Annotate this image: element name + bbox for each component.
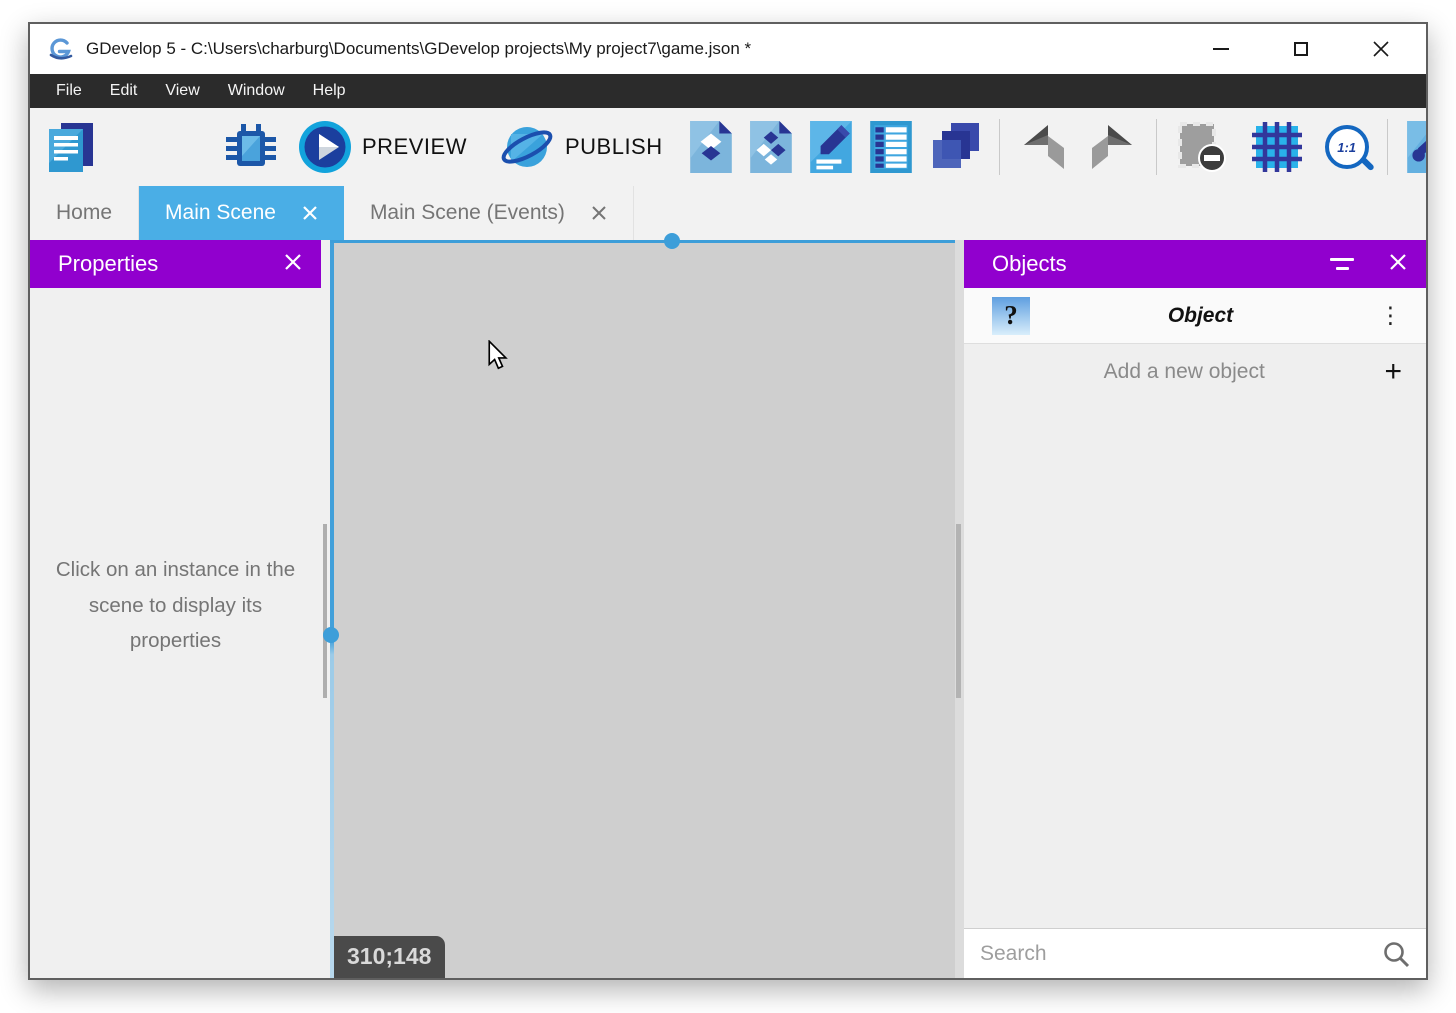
add-object-plus-icon[interactable]: + <box>1376 357 1410 387</box>
title-bar: GDevelop 5 - C:\Users\charburg\Documents… <box>30 24 1426 74</box>
publish-label[interactable]: PUBLISH <box>565 134 663 160</box>
publish-globe-icon <box>499 120 555 174</box>
scrollbar-thumb[interactable] <box>323 524 327 697</box>
tab-label: Main Scene (Events) <box>370 201 565 225</box>
gdevelop-window: GDevelop 5 - C:\Users\charburg\Documents… <box>28 22 1428 980</box>
redo-arrow-icon <box>1086 121 1138 173</box>
scene-document-icon <box>689 121 733 173</box>
properties-panel: Properties Click on an instance in the s… <box>30 240 321 978</box>
object-list-item[interactable]: ? Object ⋮ <box>964 288 1426 344</box>
scene-canvas[interactable]: 310;148 <box>330 240 955 978</box>
toolbar: PREVIEW PUBLISH <box>30 108 1426 186</box>
close-icon <box>283 252 303 272</box>
mask-instances-icon <box>1175 120 1229 174</box>
undo-arrow-icon <box>1018 121 1070 173</box>
edit-scene-properties-button[interactable] <box>809 121 853 173</box>
toolbar-separator <box>1387 119 1388 175</box>
redo-button[interactable] <box>1086 121 1138 173</box>
zoom-reset-button[interactable]: 1:1 <box>1325 125 1369 169</box>
maximize-icon <box>1294 42 1308 56</box>
properties-panel-body: Click on an instance in the scene to dis… <box>30 288 321 978</box>
toolbar-separator <box>999 119 1000 175</box>
resize-handle-left[interactable] <box>323 627 339 643</box>
add-object-row[interactable]: Add a new object + <box>964 344 1426 400</box>
object-name: Object <box>1030 304 1371 328</box>
maximize-button[interactable] <box>1276 29 1326 69</box>
close-properties-button[interactable] <box>283 252 303 277</box>
edit-scene-document-icon <box>809 121 853 173</box>
setup-wrench-icon <box>1406 121 1426 173</box>
close-tab-button[interactable] <box>591 205 607 221</box>
tab-label: Home <box>56 201 112 225</box>
properties-scrollbar[interactable] <box>321 240 330 978</box>
minimize-button[interactable] <box>1196 29 1246 69</box>
tab-label: Main Scene <box>165 201 276 225</box>
grid-icon <box>1251 121 1303 173</box>
menu-edit[interactable]: Edit <box>96 74 152 108</box>
objects-document-icon <box>749 121 793 173</box>
menu-window[interactable]: Window <box>214 74 299 108</box>
edit-objects-button[interactable] <box>749 121 793 173</box>
tab-bar: Home Main Scene Main Scene (Events) <box>30 186 1426 240</box>
project-manager-button[interactable] <box>44 120 98 174</box>
editor-content: Properties Click on an instance in the s… <box>30 240 1426 978</box>
cursor-coordinates-badge: 310;148 <box>334 936 445 978</box>
panel-resize-border[interactable] <box>330 243 334 978</box>
zoom-ratio-label: 1:1 <box>1337 140 1356 155</box>
objects-panel-header: Objects <box>964 240 1426 288</box>
layers-button[interactable] <box>929 121 981 173</box>
layers-stack-icon <box>929 121 981 173</box>
events-document-icon <box>869 121 913 173</box>
close-objects-button[interactable] <box>1388 252 1408 277</box>
gdevelop-logo-icon <box>46 36 76 62</box>
scene-settings-button[interactable] <box>1406 121 1426 173</box>
add-object-label: Add a new object <box>992 360 1376 384</box>
zoom-one-to-one-icon: 1:1 <box>1325 125 1369 169</box>
objects-panel: Objects ? Object ⋮ Add a new object + <box>964 240 1426 978</box>
search-icon[interactable] <box>1382 940 1410 968</box>
object-menu-button[interactable]: ⋮ <box>1371 302 1410 329</box>
close-tab-button[interactable] <box>302 205 318 221</box>
close-icon <box>302 205 318 221</box>
resize-handle-top[interactable] <box>664 233 680 249</box>
preview-button[interactable] <box>298 120 352 174</box>
canvas-scrollbar[interactable] <box>955 240 964 978</box>
close-icon <box>1388 252 1408 272</box>
preview-label[interactable]: PREVIEW <box>362 134 467 160</box>
menu-file[interactable]: File <box>42 74 96 108</box>
tab-main-scene[interactable]: Main Scene <box>139 186 344 240</box>
properties-panel-header: Properties <box>30 240 321 288</box>
project-manager-icon <box>44 120 98 174</box>
properties-empty-message: Click on an instance in the scene to dis… <box>48 553 304 659</box>
menu-view[interactable]: View <box>151 74 213 108</box>
objects-empty-area <box>964 400 1426 928</box>
toggle-grid-button[interactable] <box>1251 121 1303 173</box>
minimize-icon <box>1213 48 1229 50</box>
debugger-button[interactable] <box>226 122 276 172</box>
close-icon <box>1372 40 1390 58</box>
objects-search-bar <box>964 928 1426 978</box>
toggle-mask-button[interactable] <box>1175 120 1229 174</box>
tab-home[interactable]: Home <box>30 186 139 240</box>
close-window-button[interactable] <box>1356 29 1406 69</box>
preview-play-icon <box>298 120 352 174</box>
edit-scene-button[interactable] <box>689 121 733 173</box>
debugger-bug-icon <box>226 122 276 172</box>
objects-panel-title: Objects <box>992 251 1330 277</box>
window-title: GDevelop 5 - C:\Users\charburg\Documents… <box>86 39 751 59</box>
open-events-button[interactable] <box>869 121 913 173</box>
menu-help[interactable]: Help <box>299 74 360 108</box>
properties-panel-title: Properties <box>58 251 283 277</box>
search-input[interactable] <box>980 942 1382 966</box>
object-question-mark-icon: ? <box>992 297 1030 335</box>
undo-button[interactable] <box>1018 121 1070 173</box>
tab-main-scene-events[interactable]: Main Scene (Events) <box>344 186 634 240</box>
close-icon <box>591 205 607 221</box>
scrollbar-thumb[interactable] <box>956 524 961 697</box>
publish-button[interactable] <box>499 120 555 174</box>
filter-icon[interactable] <box>1330 258 1354 270</box>
toolbar-separator <box>1156 119 1157 175</box>
menu-bar: File Edit View Window Help <box>30 74 1426 108</box>
mouse-cursor-icon <box>486 340 510 370</box>
